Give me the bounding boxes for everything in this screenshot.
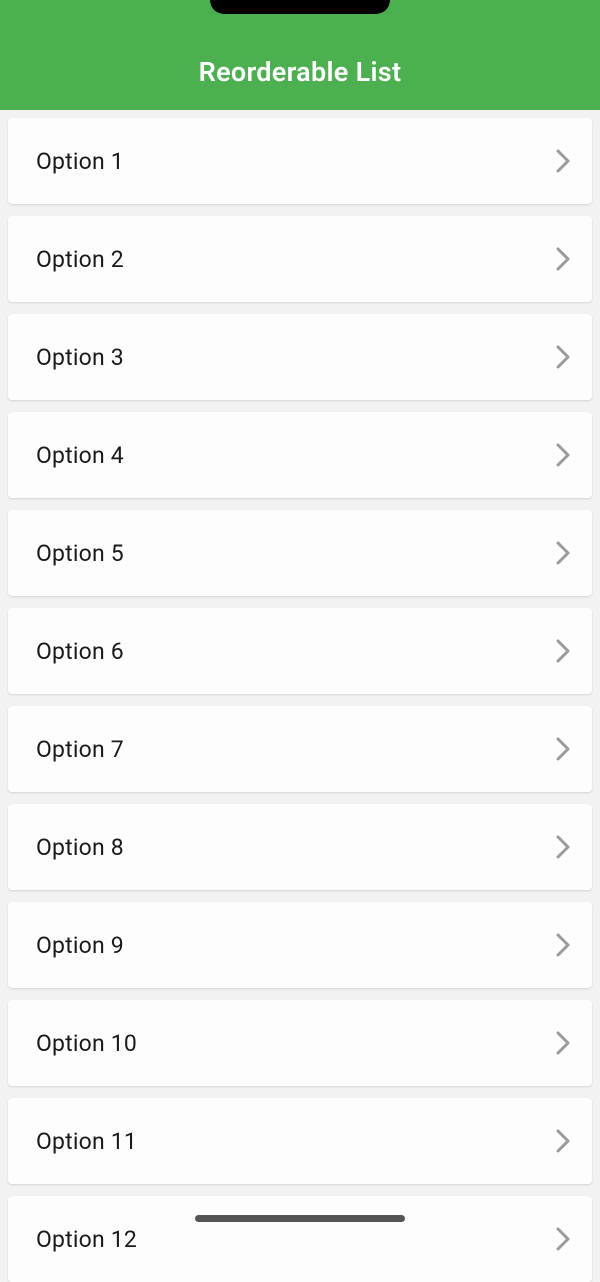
list-item-label: Option 3	[36, 344, 124, 371]
page-title: Reorderable List	[199, 56, 402, 88]
chevron-right-icon	[556, 345, 570, 369]
list-item[interactable]: Option 1	[8, 118, 592, 204]
chevron-right-icon	[556, 541, 570, 565]
list-item[interactable]: Option 8	[8, 804, 592, 890]
list-item-label: Option 12	[36, 1226, 137, 1253]
list-item[interactable]: Option 12	[8, 1196, 592, 1282]
list-item[interactable]: Option 7	[8, 706, 592, 792]
list-item-label: Option 11	[36, 1128, 137, 1155]
list-item[interactable]: Option 4	[8, 412, 592, 498]
chevron-right-icon	[556, 1129, 570, 1153]
list-item-label: Option 10	[36, 1030, 137, 1057]
list-item-label: Option 6	[36, 638, 124, 665]
list-item-label: Option 1	[36, 148, 124, 175]
list-item[interactable]: Option 5	[8, 510, 592, 596]
chevron-right-icon	[556, 933, 570, 957]
list-item-label: Option 8	[36, 834, 124, 861]
list-item-label: Option 4	[36, 442, 124, 469]
list-item[interactable]: Option 6	[8, 608, 592, 694]
list-item[interactable]: Option 9	[8, 902, 592, 988]
chevron-right-icon	[556, 247, 570, 271]
list-item-label: Option 7	[36, 736, 124, 763]
chevron-right-icon	[556, 737, 570, 761]
home-indicator[interactable]	[195, 1215, 405, 1222]
app-header: Reorderable List	[0, 0, 600, 110]
list-item[interactable]: Option 10	[8, 1000, 592, 1086]
chevron-right-icon	[556, 1031, 570, 1055]
list-item[interactable]: Option 2	[8, 216, 592, 302]
chevron-right-icon	[556, 149, 570, 173]
list-item-label: Option 2	[36, 246, 124, 273]
chevron-right-icon	[556, 1227, 570, 1251]
chevron-right-icon	[556, 443, 570, 467]
chevron-right-icon	[556, 835, 570, 859]
chevron-right-icon	[556, 639, 570, 663]
list-item-label: Option 5	[36, 540, 124, 567]
device-notch	[210, 0, 390, 14]
list-item[interactable]: Option 3	[8, 314, 592, 400]
list-item-label: Option 9	[36, 932, 124, 959]
reorderable-list: Option 1 Option 2 Option 3 Option 4 Opti…	[0, 110, 600, 1282]
list-item[interactable]: Option 11	[8, 1098, 592, 1184]
